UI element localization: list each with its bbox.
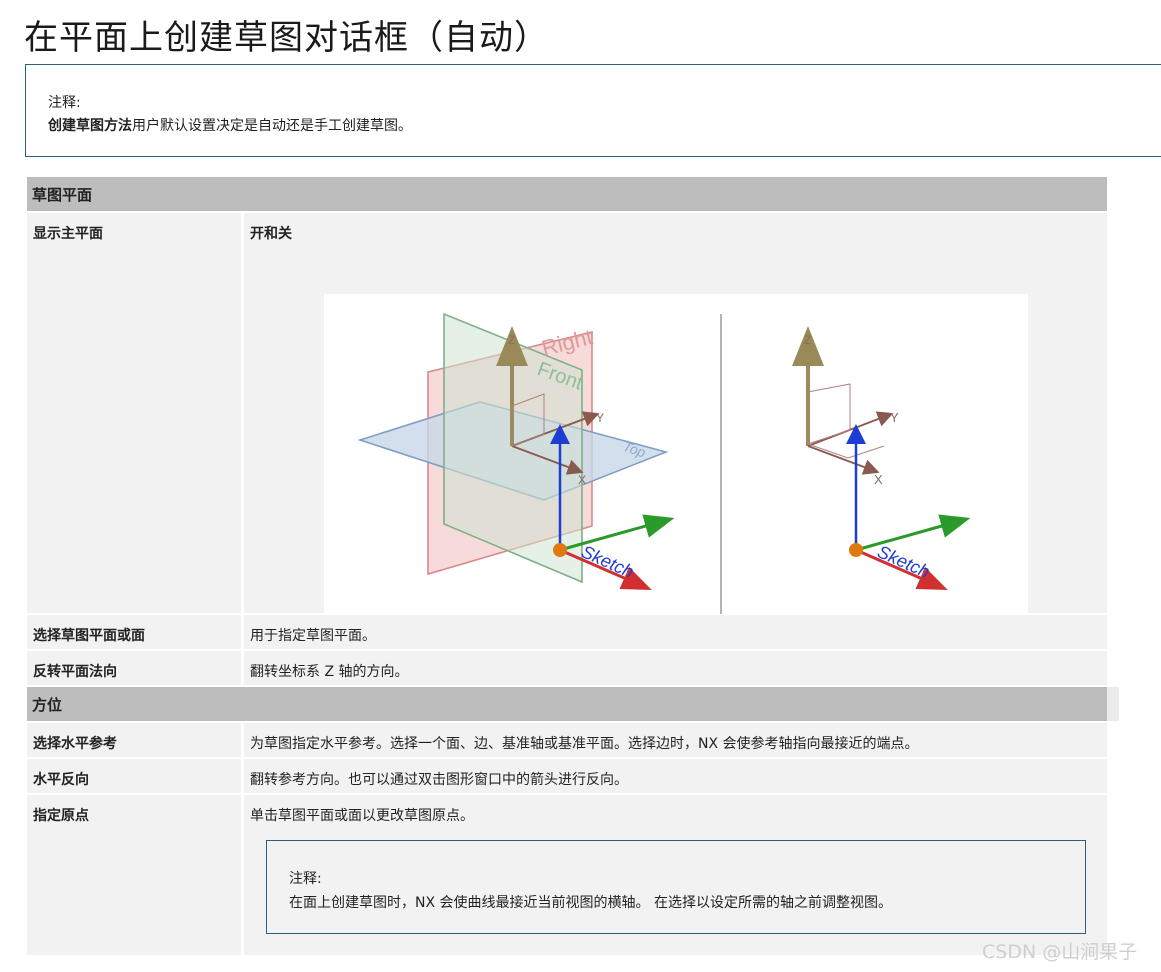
row-label: 选择水平参考 — [27, 723, 241, 757]
sketch-origin — [553, 543, 567, 557]
row-value: 翻转坐标系 Z 轴的方向。 — [244, 651, 1107, 685]
row-label: 反转平面法向 — [27, 651, 241, 685]
sketch-label-2: Sketch — [874, 541, 932, 582]
page-title: 在平面上创建草图对话框（自动） — [24, 18, 549, 58]
scroll-gutter — [1107, 687, 1119, 721]
row-value: 翻转参考方向。也可以通过双击图形窗口中的箭头进行反向。 — [244, 759, 1107, 793]
row-label: 指定原点 — [27, 795, 241, 955]
note-rest: 用户默认设置决定是自动还是手工创建草图。 — [132, 118, 412, 134]
sketch-y-axis-2 — [855, 514, 971, 552]
table-row-reverse-horizontal: 水平反向 翻转参考方向。也可以通过双击图形窗口中的箭头进行反向。 — [27, 759, 1107, 793]
world-z-label: Z — [508, 333, 515, 347]
note-label: 注释: — [48, 95, 81, 111]
note-label: 注释: — [289, 871, 322, 887]
world-y-label-2: Y — [890, 410, 899, 425]
note-text: 创建草图方法用户默认设置决定是自动还是手工创建草图。 — [48, 115, 412, 135]
top-note: 注释: 创建草图方法用户默认设置决定是自动还是手工创建草图。 — [25, 64, 1161, 157]
section-header-orientation: 方位 — [27, 687, 1107, 721]
section-header-sketch-plane: 草图平面 — [27, 177, 1107, 211]
watermark: CSDN @山涧果子 — [982, 941, 1138, 963]
row-label: 水平反向 — [27, 759, 241, 793]
row-label: 选择草图平面或面 — [27, 615, 241, 649]
note-text: 在面上创建草图时，NX 会使曲线最接近当前视图的横轴。 在选择以设定所需的轴之前… — [289, 895, 892, 911]
table-row-show-main-planes: 显示主平面 开和关 Right Front Top Z Y X Sketch Z… — [27, 213, 1107, 628]
planes-off-view: Z Y X Sketch — [792, 326, 971, 590]
origin-note: 注释: 在面上创建草图时，NX 会使曲线最接近当前视图的横轴。 在选择以设定所需… — [266, 840, 1086, 934]
row-value: 用于指定草图平面。 — [244, 615, 1107, 649]
world-x-axis-2 — [807, 445, 880, 475]
world-y-label: Y — [596, 411, 604, 425]
world-x-label: X — [578, 473, 586, 487]
table-row-select-plane: 选择草图平面或面 用于指定草图平面。 — [27, 615, 1107, 649]
world-z-label-2: Z — [804, 333, 811, 347]
table-row-reverse-normal: 反转平面法向 翻转坐标系 Z 轴的方向。 — [27, 651, 1107, 685]
plane-diagram: Right Front Top Z Y X Sketch Z Y X Sketc… — [357, 312, 971, 614]
world-x-label-2: X — [874, 472, 883, 487]
planes-on-view: Right Front Top Z Y X Sketch — [357, 312, 675, 590]
sketch-plane-figure: Right Front Top Z Y X Sketch Z Y X Sketc… — [324, 294, 1028, 628]
row-value: 为草图指定水平参考。选择一个面、边、基准轴或基准平面。选择边时，NX 会使参考轴… — [244, 723, 1107, 757]
sketch-label: Sketch — [578, 541, 636, 582]
sketch-origin-2 — [849, 543, 863, 557]
row-label: 显示主平面 — [27, 213, 241, 613]
table-row-horizontal-reference: 选择水平参考 为草图指定水平参考。选择一个面、边、基准轴或基准平面。选择边时，N… — [27, 723, 1107, 757]
note-bold-term: 创建草图方法 — [48, 118, 132, 134]
